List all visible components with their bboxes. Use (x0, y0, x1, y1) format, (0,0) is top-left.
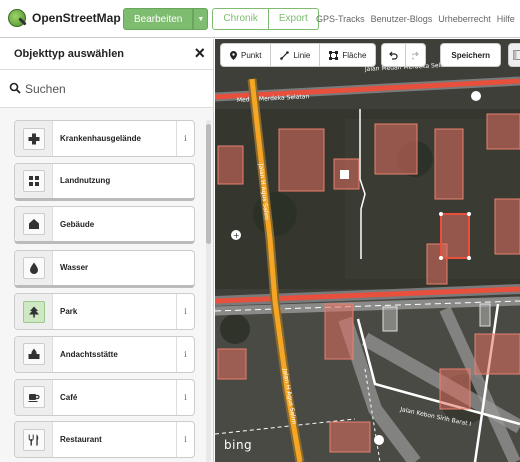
nav-link-help[interactable]: Hilfe (497, 14, 515, 24)
preset-item-place-of-worship[interactable]: Andachtsstätte i (14, 335, 195, 373)
preset-item-cafe[interactable]: Café i (14, 378, 195, 416)
secondary-nav-links: GPS-Tracks Benutzer-Blogs Urheberrecht H… (316, 14, 515, 24)
preset-label: Wasser (60, 263, 89, 273)
preset-item-park[interactable]: Park i (14, 293, 195, 331)
redo-icon (412, 51, 420, 59)
preset-icon-box (15, 207, 53, 242)
undo-button[interactable] (381, 43, 407, 67)
preset-item-restaurant[interactable]: Restaurant i (14, 421, 195, 459)
preset-list: Krankenhausgelände i Landnutzung Gebäude… (14, 120, 195, 462)
fork-knife-icon (28, 434, 38, 446)
preset-category-landuse[interactable]: Landnutzung (14, 162, 195, 201)
cross-icon (28, 133, 39, 144)
preset-label: Café (60, 392, 78, 402)
preset-icon-box (15, 121, 53, 156)
preset-icon-box (15, 336, 53, 372)
edit-button[interactable]: Bearbeiten (123, 8, 194, 30)
preset-icon-frame (22, 256, 45, 279)
map-pin-icon (230, 50, 237, 60)
edit-button-group: Bearbeiten ▼ Chronik Export (123, 8, 319, 30)
map-data-panel-button[interactable] (508, 43, 520, 67)
info-icon[interactable]: i (176, 121, 194, 156)
preset-icon-box (15, 422, 53, 458)
preset-icon-frame (22, 343, 45, 366)
preset-list-scrollbar[interactable] (206, 120, 211, 462)
preset-label: Park (60, 307, 78, 317)
preset-search (0, 70, 213, 108)
history-tab[interactable]: Chronik (212, 8, 269, 30)
area-icon (329, 50, 339, 60)
preset-icon-frame (22, 386, 45, 409)
sidebar-header: Objekttyp auswählen × (0, 39, 213, 70)
add-area-label: Fläche (342, 50, 367, 60)
water-drop-icon (29, 262, 38, 274)
add-area-button[interactable]: Fläche (320, 43, 377, 67)
tree-icon (28, 306, 39, 318)
bing-attribution-logo: bing (224, 438, 253, 452)
info-icon[interactable]: i (176, 422, 194, 458)
export-tab[interactable]: Export (268, 8, 319, 30)
nav-link-user-blogs[interactable]: Benutzer-Blogs (371, 14, 433, 24)
caret-down-icon: ▼ (197, 15, 205, 23)
map-edit-toolbar: Punkt Linie Fläche Speichern (220, 43, 520, 67)
scrollbar-thumb[interactable] (206, 124, 211, 244)
preset-label: Krankenhausgelände (60, 134, 141, 143)
preset-sidebar: Objekttyp auswählen × Krankenhausgelände… (0, 39, 214, 462)
info-icon[interactable]: i (176, 294, 194, 330)
satellite-imagery-layer: Jalan Medan Merdeka Selatan Medan Merdek… (215, 39, 520, 462)
close-icon[interactable]: × (194, 43, 205, 63)
top-navigation-bar: OpenStreetMap Bearbeiten ▼ Chronik Expor… (0, 0, 520, 38)
line-icon (280, 50, 290, 60)
map-canvas[interactable]: Jalan Medan Merdeka Selatan Medan Merdek… (215, 39, 520, 462)
sidebar-title: Objekttyp auswählen (14, 48, 125, 60)
preset-label: Andachtsstätte (60, 349, 118, 359)
preset-icon-frame (22, 169, 45, 192)
preset-icon-box (15, 379, 53, 415)
nav-link-gps-tracks[interactable]: GPS-Tracks (316, 14, 365, 24)
landuse-icon (28, 175, 39, 186)
add-line-button[interactable]: Linie (271, 43, 321, 67)
preset-icon-frame (22, 300, 45, 323)
svg-text:+: + (233, 231, 240, 240)
app-title: OpenStreetMap (32, 11, 121, 25)
add-point-button[interactable]: Punkt (220, 43, 272, 67)
save-button[interactable]: Speichern (440, 43, 502, 67)
undo-icon (389, 51, 398, 60)
search-icon (9, 82, 21, 94)
place-of-worship-icon (28, 348, 39, 360)
add-line-label: Linie (293, 50, 311, 60)
preset-label: Gebäude (60, 219, 95, 229)
preset-icon-box (15, 250, 53, 285)
info-icon[interactable]: i (176, 379, 194, 415)
preset-icon-box (15, 294, 53, 330)
preset-category-water[interactable]: Wasser (14, 249, 195, 288)
search-input[interactable] (25, 79, 205, 99)
preset-icon-frame (22, 127, 45, 150)
osm-logo-icon (8, 9, 26, 27)
info-icon[interactable]: i (176, 336, 194, 372)
preset-label: Landnutzung (60, 176, 111, 186)
redo-button[interactable] (406, 43, 427, 67)
preset-icon-frame (22, 213, 45, 236)
sidebar-toggle-icon (513, 50, 520, 60)
selected-building-outline[interactable] (440, 213, 470, 259)
preset-item-hospital[interactable]: Krankenhausgelände i (14, 120, 195, 157)
coffee-cup-icon (28, 394, 40, 403)
preset-icon-frame (22, 428, 45, 451)
osm-logo[interactable]: OpenStreetMap (8, 9, 121, 27)
edit-dropdown-button[interactable]: ▼ (193, 8, 209, 30)
preset-icon-box (15, 163, 53, 198)
preset-label: Restaurant (60, 435, 102, 445)
nav-link-copyright[interactable]: Urheberrecht (438, 14, 491, 24)
building-icon (28, 219, 39, 230)
add-point-label: Punkt (241, 50, 262, 60)
preset-category-building[interactable]: Gebäude (14, 206, 195, 245)
